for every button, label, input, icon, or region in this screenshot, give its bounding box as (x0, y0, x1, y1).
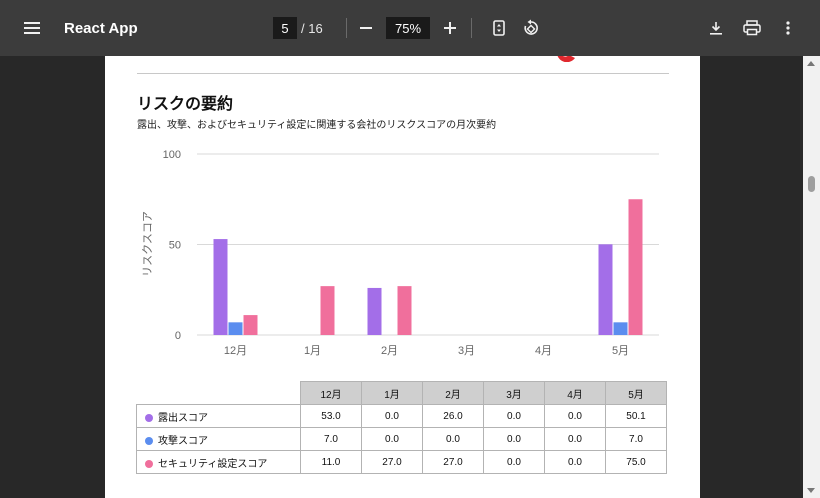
table-corner (136, 381, 301, 405)
brand-logo (555, 56, 675, 63)
table-header: 4月 (544, 381, 606, 405)
scrollbar-thumb[interactable] (808, 176, 815, 192)
toolbar-divider (346, 18, 347, 38)
row-label-text: 露出スコア (158, 412, 208, 424)
menu-icon[interactable] (18, 0, 46, 56)
zoom-in-icon[interactable] (436, 0, 464, 56)
table-cell: 75.0 (605, 450, 667, 474)
table-header-row: 12月 1月 2月 3月 4月 5月 (136, 381, 667, 405)
table-row: 露出スコア 53.0 0.0 26.0 0.0 0.0 50.1 (136, 404, 667, 428)
bar (613, 322, 628, 335)
bar (598, 244, 613, 335)
section-subtitle: 露出、攻撃、およびセキュリティ設定に関連する会社のリスクスコアの月次要約 (137, 120, 497, 131)
table-cell: 0.0 (544, 404, 606, 428)
x-tick-label: 1月 (304, 345, 321, 357)
header-divider (137, 73, 669, 74)
x-tick-label: 4月 (535, 345, 552, 357)
bar (628, 199, 643, 335)
table-cell: 0.0 (483, 404, 545, 428)
table-header: 5月 (605, 381, 667, 405)
table-cell: 0.0 (361, 427, 423, 451)
zoom-input[interactable]: 75% (386, 17, 430, 39)
legend-dot-icon (145, 459, 153, 468)
print-icon[interactable] (738, 0, 766, 56)
rotate-icon[interactable] (517, 0, 545, 56)
bar (243, 315, 258, 335)
x-tick-label: 12月 (224, 345, 247, 357)
section-title: リスクの要約 (137, 94, 234, 113)
y-tick-label: 0 (175, 330, 181, 342)
more-options-icon[interactable] (774, 0, 802, 56)
row-label-text: セキュリティ設定スコア (158, 458, 268, 470)
pdf-toolbar: React App 5 / 16 75% (0, 0, 820, 56)
app-title: React App (64, 19, 138, 37)
table-header: 2月 (422, 381, 484, 405)
table-cell: 0.0 (422, 427, 484, 451)
page-number-input[interactable]: 5 (273, 17, 297, 39)
row-label: セキュリティ設定スコア (136, 450, 301, 474)
scroll-down-icon[interactable] (807, 488, 815, 493)
row-label: 攻撃スコア (136, 427, 301, 451)
table-cell: 0.0 (544, 427, 606, 451)
bar (320, 286, 335, 335)
document-viewer[interactable]: リスクの要約 露出、攻撃、およびセキュリティ設定に関連する会社のリスクスコアの月… (0, 56, 820, 498)
table-cell: 53.0 (300, 404, 362, 428)
table-cell: 11.0 (300, 450, 362, 474)
bar (397, 286, 412, 335)
table-cell: 26.0 (422, 404, 484, 428)
table-header: 3月 (483, 381, 545, 405)
bar (228, 322, 243, 335)
pdf-page: リスクの要約 露出、攻撃、およびセキュリティ設定に関連する会社のリスクスコアの月… (105, 56, 700, 498)
risk-score-chart: 0 50 100 12月 1月 2月 3月 4月 5月 リスクスコア (141, 149, 659, 357)
table-cell: 0.0 (483, 450, 545, 474)
table-cell: 27.0 (422, 450, 484, 474)
table-header: 1月 (361, 381, 423, 405)
x-tick-label: 3月 (458, 345, 475, 357)
download-icon[interactable] (702, 0, 730, 56)
toolbar-divider (471, 18, 472, 38)
row-label-text: 攻撃スコア (158, 435, 208, 447)
table-cell: 27.0 (361, 450, 423, 474)
table-cell: 0.0 (361, 404, 423, 428)
page-total: / 16 (301, 20, 323, 36)
zoom-out-icon[interactable] (352, 0, 380, 56)
table-cell: 50.1 (605, 404, 667, 428)
x-tick-label: 2月 (381, 345, 398, 357)
fit-page-icon[interactable] (485, 0, 513, 56)
table-cell: 0.0 (544, 450, 606, 474)
vertical-scrollbar[interactable] (803, 56, 820, 498)
table-row: セキュリティ設定スコア 11.0 27.0 27.0 0.0 0.0 75.0 (136, 450, 667, 474)
score-table: 12月 1月 2月 3月 4月 5月 露出スコア 53.0 0.0 26.0 0… (136, 381, 667, 474)
x-tick-label: 5月 (612, 345, 629, 357)
y-tick-label: 50 (169, 240, 181, 252)
table-row: 攻撃スコア 7.0 0.0 0.0 0.0 0.0 7.0 (136, 427, 667, 451)
row-label: 露出スコア (136, 404, 301, 428)
legend-dot-icon (145, 413, 153, 422)
table-cell: 7.0 (605, 427, 667, 451)
table-cell: 7.0 (300, 427, 362, 451)
table-cell: 0.0 (483, 427, 545, 451)
y-tick-label: 100 (163, 149, 181, 161)
table-header: 12月 (300, 381, 362, 405)
bar (213, 239, 228, 335)
bar (367, 287, 382, 335)
scroll-up-icon[interactable] (807, 61, 815, 66)
y-axis-label: リスクスコア (141, 211, 154, 277)
legend-dot-icon (145, 436, 153, 445)
